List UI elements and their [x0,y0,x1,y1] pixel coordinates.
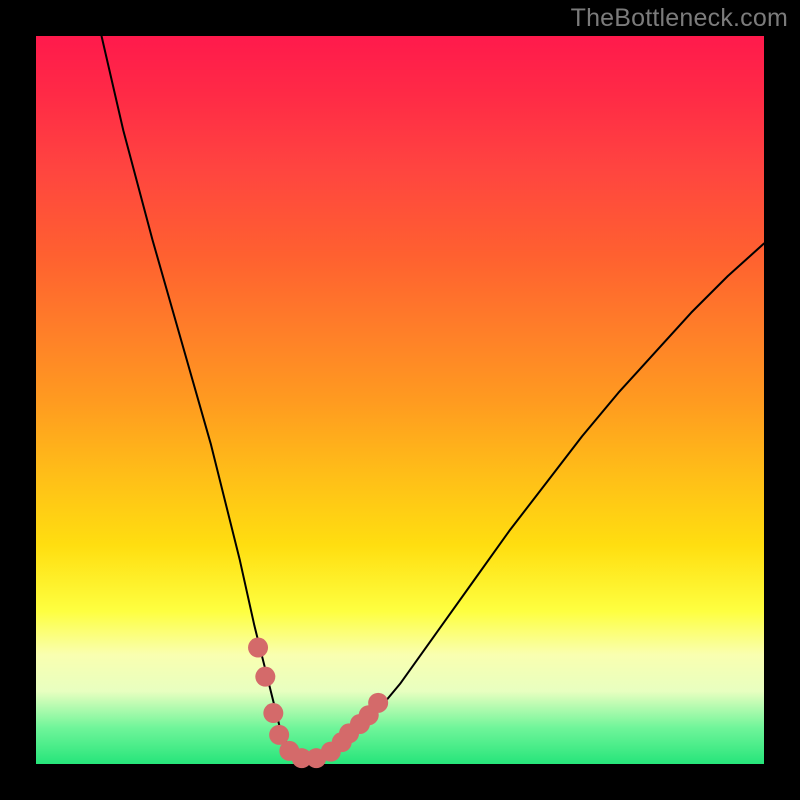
watermark-text: TheBottleneck.com [571,4,788,33]
highlight-dot [368,693,388,713]
highlight-dot [263,703,283,723]
chart-plot-area [36,36,764,764]
curve-layer [102,36,764,760]
chart-svg [36,36,764,764]
chart-stage: TheBottleneck.com [0,0,800,800]
highlight-dot [248,638,268,658]
bottleneck-curve [102,36,764,760]
highlight-dot [255,667,275,687]
highlight-dots-layer [248,638,388,769]
